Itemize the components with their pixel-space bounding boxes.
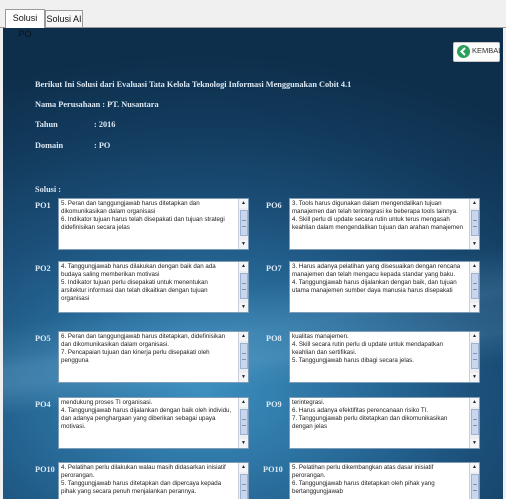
solution-text: 3. Tools harus digunakan dalam mengendal… — [292, 200, 463, 231]
solution-text: 6. Peran dan tanggungjawab harus ditetap… — [61, 333, 226, 364]
solution-textarea[interactable]: 4. Pelatihan perlu dilakukan walau masih… — [58, 462, 249, 499]
solution-textarea[interactable]: 4. Tanggungjawab harus dilakukan dengan … — [58, 261, 249, 313]
page-title: Berikut Ini Solusi dari Evaluasi Tata Ke… — [35, 80, 352, 89]
scroll-up-icon[interactable]: ▲ — [470, 262, 479, 271]
solution-text: 3. Harus adanya pelatihan yang disesuaik… — [292, 263, 461, 294]
scroll-up-icon[interactable]: ▲ — [239, 398, 248, 407]
po-code-label: PO6 — [266, 201, 282, 210]
scroll-thumb[interactable] — [240, 409, 248, 435]
scroll-up-icon[interactable]: ▲ — [239, 199, 248, 208]
scroll-down-icon[interactable]: ▼ — [239, 240, 248, 249]
scroll-thumb[interactable] — [471, 273, 479, 299]
scroll-thumb[interactable] — [471, 474, 479, 499]
po-code-label: PO10 — [263, 465, 283, 474]
scrollbar[interactable]: ▲▼ — [238, 262, 248, 312]
solution-textarea[interactable]: 5. Pelatihan perlu dikembangkan atas das… — [289, 462, 480, 499]
back-arrow-icon — [457, 45, 470, 58]
tab-solusi-ai[interactable]: Solusi AI — [45, 10, 83, 27]
solution-textarea[interactable]: 6. Peran dan tanggungjawab harus ditetap… — [58, 331, 249, 383]
scrollbar[interactable]: ▲▼ — [238, 199, 248, 249]
scroll-down-icon[interactable]: ▼ — [470, 240, 479, 249]
domain-value: : PO — [94, 141, 111, 150]
scroll-down-icon[interactable]: ▼ — [239, 373, 248, 382]
tab-solusi-po[interactable]: Solusi PO — [5, 9, 45, 39]
solution-textarea[interactable]: kualitas manajemen. 4. Skill secara ruti… — [289, 331, 480, 383]
solution-text: terintegrasi. 6. Harus adanya efektifita… — [292, 399, 448, 430]
solution-text: 5. Peran dan tanggungjawab harus ditetap… — [61, 200, 225, 231]
scrollbar[interactable]: ▲▼ — [238, 463, 248, 499]
scroll-thumb[interactable] — [240, 474, 248, 499]
solution-text: kualitas manajemen. 4. Skill secara ruti… — [292, 333, 443, 364]
scroll-up-icon[interactable]: ▲ — [239, 332, 248, 341]
company-label: Nama Perusahaan : PT. Nusantara — [35, 100, 159, 109]
solution-textarea[interactable]: mendukung proses TI organisasi. 4. Tangg… — [58, 397, 249, 449]
scrollbar[interactable]: ▲▼ — [238, 332, 248, 382]
solution-text: mendukung proses TI organisasi. 4. Tangg… — [61, 399, 232, 430]
scrollbar[interactable]: ▲▼ — [469, 398, 479, 448]
scroll-up-icon[interactable]: ▲ — [239, 262, 248, 271]
solution-textarea[interactable]: 3. Tools harus digunakan dalam mengendal… — [289, 198, 480, 250]
solution-text: 5. Pelatihan perlu dikembangkan atas das… — [292, 464, 435, 495]
scrollbar[interactable]: ▲▼ — [469, 199, 479, 249]
solution-text: 4. Pelatihan perlu dilakukan walau masih… — [61, 464, 226, 495]
scroll-up-icon[interactable]: ▲ — [239, 463, 248, 472]
scroll-thumb[interactable] — [471, 210, 479, 236]
po-code-label: PO7 — [266, 264, 282, 273]
domain-label: Domain — [35, 141, 64, 150]
po-code-label: PO1 — [35, 201, 51, 210]
scroll-up-icon[interactable]: ▲ — [470, 199, 479, 208]
scrollbar[interactable]: ▲▼ — [238, 398, 248, 448]
scroll-down-icon[interactable]: ▼ — [470, 439, 479, 448]
back-button[interactable]: KEMBALI — [453, 42, 503, 62]
scroll-down-icon[interactable]: ▼ — [470, 373, 479, 382]
solution-text: 4. Tanggungjawab harus dilakukan dengan … — [61, 263, 216, 302]
scroll-up-icon[interactable]: ▲ — [470, 463, 479, 472]
po-code-label: PO9 — [266, 400, 282, 409]
scroll-thumb[interactable] — [240, 343, 248, 369]
po-code-label: PO5 — [35, 334, 51, 343]
scrollbar[interactable]: ▲▼ — [469, 262, 479, 312]
year-label: Tahun — [35, 120, 58, 129]
solution-panel: KEMBALI Berikut Ini Solusi dari Evaluasi… — [3, 28, 503, 499]
solution-textarea[interactable]: 5. Peran dan tanggungjawab harus ditetap… — [58, 198, 249, 250]
po-code-label: PO10 — [35, 465, 55, 474]
po-code-label: PO4 — [35, 400, 51, 409]
scroll-thumb[interactable] — [471, 409, 479, 435]
po-code-label: PO2 — [35, 264, 51, 273]
scroll-thumb[interactable] — [471, 343, 479, 369]
scroll-down-icon[interactable]: ▼ — [470, 303, 479, 312]
scroll-down-icon[interactable]: ▼ — [239, 303, 248, 312]
scroll-thumb[interactable] — [240, 210, 248, 236]
scrollbar[interactable]: ▲▼ — [469, 463, 479, 499]
scroll-down-icon[interactable]: ▼ — [239, 439, 248, 448]
scrollbar[interactable]: ▲▼ — [469, 332, 479, 382]
year-value: : 2016 — [94, 120, 116, 129]
back-button-label: KEMBALI — [472, 46, 503, 55]
po-code-label: PO8 — [266, 334, 282, 343]
scroll-up-icon[interactable]: ▲ — [470, 332, 479, 341]
solution-textarea[interactable]: terintegrasi. 6. Harus adanya efektifita… — [289, 397, 480, 449]
tab-bar: Solusi PO Solusi AI — [0, 0, 506, 39]
solusi-label: Solusi : — [35, 185, 62, 194]
scroll-up-icon[interactable]: ▲ — [470, 398, 479, 407]
scroll-thumb[interactable] — [240, 273, 248, 299]
solution-textarea[interactable]: 3. Harus adanya pelatihan yang disesuaik… — [289, 261, 480, 313]
